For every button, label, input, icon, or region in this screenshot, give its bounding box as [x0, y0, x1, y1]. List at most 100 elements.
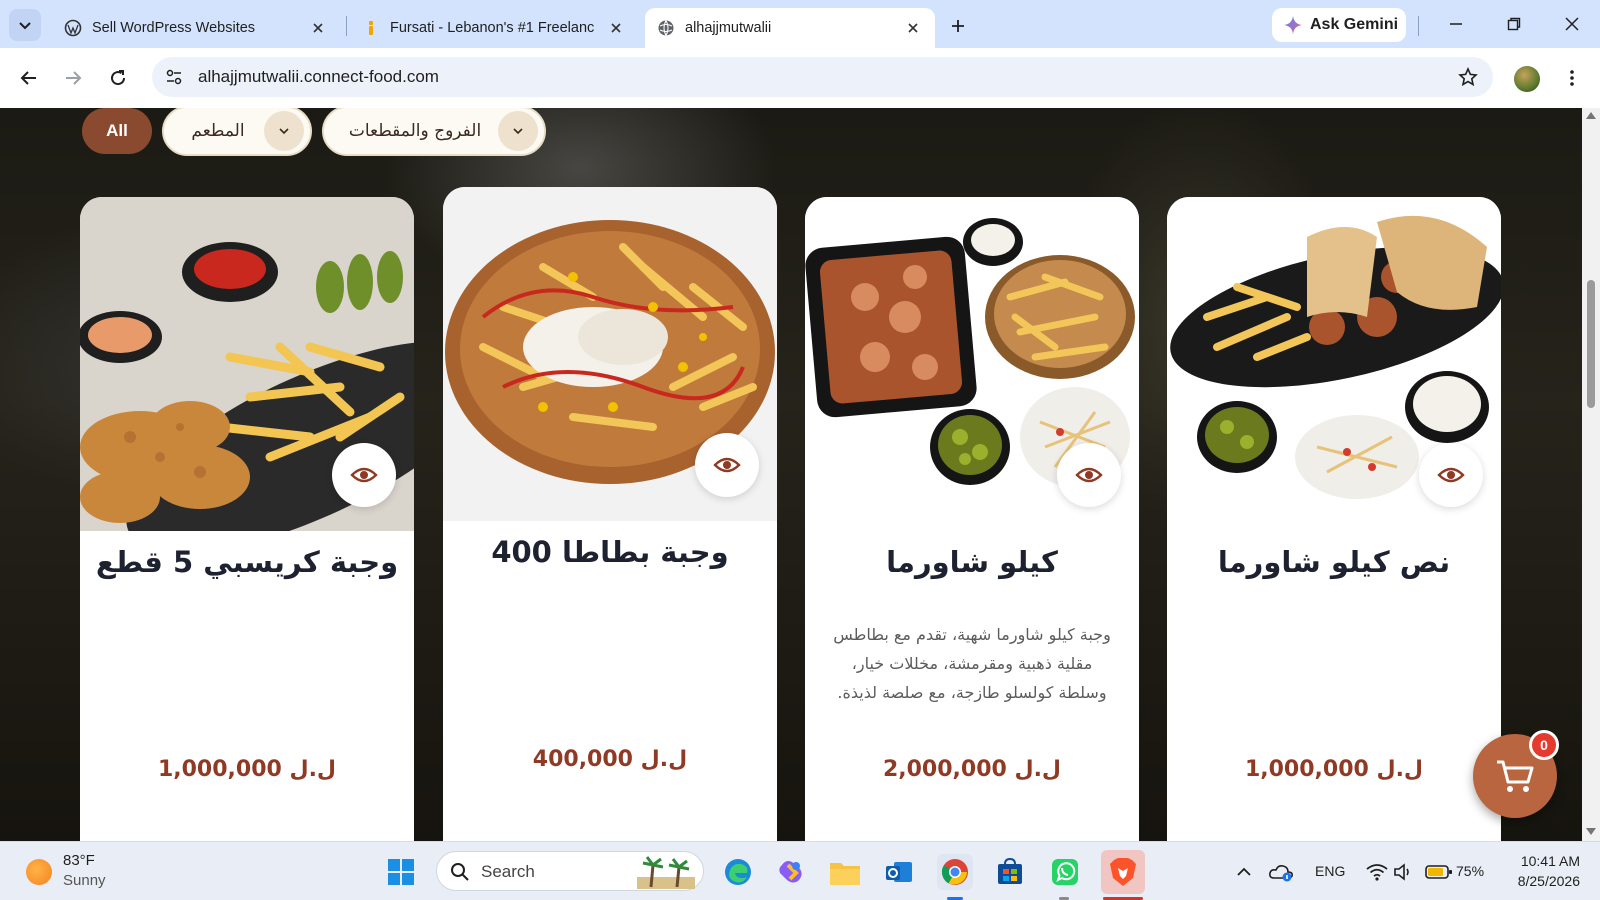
product-price: 400,000 ل.ل — [532, 747, 688, 772]
product-card[interactable]: وجبة بطاطا 400 400,000 ل.ل — [443, 187, 777, 841]
forward-button[interactable] — [57, 62, 89, 94]
view-product-button[interactable] — [1057, 443, 1121, 507]
chevron-up-icon — [1237, 867, 1251, 876]
product-name: كيلو شاورما — [886, 545, 1058, 579]
clock-date[interactable]: 8/25/2026 — [1502, 873, 1580, 889]
weather-temperature[interactable]: 83°F — [63, 852, 95, 869]
product-name: نص كيلو شاورما — [1217, 545, 1451, 579]
close-icon[interactable] — [606, 18, 626, 38]
chevron-down-icon — [498, 111, 538, 151]
view-product-button[interactable] — [1419, 443, 1483, 507]
arrow-right-icon — [66, 71, 82, 85]
scrollbar-thumb[interactable] — [1587, 280, 1595, 408]
close-icon — [1565, 17, 1579, 31]
language-indicator[interactable]: ENG — [1315, 863, 1345, 879]
chrome-app-icon[interactable] — [937, 854, 973, 890]
microsoft-store-app-icon[interactable] — [992, 854, 1028, 890]
divider — [1418, 16, 1419, 36]
product-card[interactable]: وجبة كريسبي 5 قطع 1,000,000 ل.ل — [80, 197, 414, 841]
palm-trees-icon — [637, 856, 695, 889]
shopping-cart-icon — [1497, 760, 1534, 792]
site-info-icon[interactable] — [164, 67, 184, 87]
tab-strip: Sell WordPress Websites Fursati - Lebano… — [0, 0, 1600, 48]
category-filter-dropdown[interactable]: الفروج والمقطعات — [322, 108, 546, 156]
eye-icon — [1075, 467, 1103, 483]
page-scrollbar[interactable] — [1582, 108, 1600, 841]
scroll-down-arrow-icon[interactable] — [1586, 828, 1596, 835]
volume-icon[interactable] — [1391, 854, 1417, 890]
restaurant-menu-page: All المطعم الفروج والمقطعات وجبة كريسبي … — [0, 108, 1582, 841]
bookmark-star-icon[interactable] — [1457, 66, 1479, 88]
product-price: 2,000,000 ل.ل — [882, 757, 1062, 782]
sun-icon[interactable] — [26, 859, 52, 885]
chevron-down-icon — [264, 111, 304, 151]
tab-title: alhajjmutwalii — [685, 20, 772, 36]
new-tab-button[interactable] — [944, 12, 972, 40]
tab-title: Fursati - Lebanon's #1 Freelanc — [390, 20, 595, 36]
ask-gemini-label: Ask Gemini — [1310, 16, 1399, 33]
show-hidden-icons-button[interactable] — [1232, 854, 1256, 890]
reload-button[interactable] — [102, 62, 134, 94]
view-product-button[interactable] — [332, 443, 396, 507]
restore-icon — [1507, 17, 1521, 31]
scroll-up-arrow-icon[interactable] — [1586, 112, 1596, 119]
tab-fursati[interactable]: Fursati - Lebanon's #1 Freelanc — [350, 8, 638, 48]
eye-icon — [350, 467, 378, 483]
tab-alhajjmutwalii[interactable]: alhajjmutwalii — [645, 8, 935, 48]
arrow-left-icon — [20, 71, 36, 85]
category-filters: All المطعم الفروج والمقطعات — [82, 108, 546, 156]
windows-logo-icon — [388, 859, 414, 885]
clock-time[interactable]: 10:41 AM — [1510, 853, 1580, 869]
minimize-icon — [1450, 23, 1462, 25]
edge-app-icon[interactable] — [720, 854, 756, 890]
product-description: وجبة كيلو شاورما شهية، تقدم مع بطاطس مقل… — [833, 625, 1111, 702]
whatsapp-app-icon[interactable] — [1047, 854, 1083, 890]
product-name: وجبة كريسبي 5 قطع — [95, 545, 399, 579]
tab-search-button[interactable] — [9, 9, 41, 41]
tab-title: Sell WordPress Websites — [92, 20, 256, 36]
product-card[interactable]: كيلو شاورما وجبة كيلو شاورما شهية، تقدم … — [805, 197, 1139, 841]
profile-avatar[interactable] — [1514, 66, 1540, 92]
browser-toolbar: alhajjmutwalii.connect-food.com — [0, 48, 1600, 108]
more-vertical-icon — [1570, 70, 1574, 86]
view-product-button[interactable] — [695, 433, 759, 497]
brave-app-icon[interactable] — [1101, 850, 1145, 894]
wifi-icon[interactable] — [1364, 854, 1390, 890]
taskbar-search[interactable]: Search — [436, 851, 704, 891]
restaurant-filter-dropdown[interactable]: المطعم — [162, 108, 312, 156]
eye-icon — [713, 457, 741, 473]
wordpress-icon — [64, 19, 82, 37]
onedrive-status-icon[interactable] — [1266, 854, 1296, 890]
close-icon[interactable] — [308, 18, 328, 38]
reload-icon — [111, 70, 126, 86]
tab-wordpress[interactable]: Sell WordPress Websites — [52, 8, 340, 48]
close-window-button[interactable] — [1552, 8, 1592, 40]
back-button[interactable] — [13, 62, 45, 94]
restaurant-filter-label: المطعم — [191, 121, 245, 141]
battery-percentage[interactable]: 75% — [1456, 863, 1484, 879]
product-price: 1,000,000 ل.ل — [1244, 757, 1424, 782]
file-explorer-app-icon[interactable] — [827, 854, 863, 890]
browser-menu-button[interactable] — [1558, 64, 1586, 92]
filter-all-button[interactable]: All — [82, 108, 152, 154]
battery-icon[interactable] — [1424, 854, 1454, 890]
windows-taskbar: 83°F Sunny Search ENG 75% 10:41 AM 8/25/… — [0, 841, 1600, 900]
copilot-app-icon[interactable] — [773, 854, 809, 890]
product-card[interactable]: نص كيلو شاورما 1,000,000 ل.ل — [1167, 197, 1501, 841]
url-text[interactable]: alhajjmutwalii.connect-food.com — [198, 67, 439, 87]
gemini-sparkle-icon — [1284, 16, 1302, 34]
globe-icon — [657, 19, 675, 37]
start-button[interactable] — [383, 854, 419, 890]
close-icon[interactable] — [903, 18, 923, 38]
product-name: وجبة بطاطا 400 — [491, 535, 729, 569]
minimize-button[interactable] — [1436, 8, 1476, 40]
weather-condition[interactable]: Sunny — [63, 872, 106, 889]
restore-button[interactable] — [1494, 8, 1534, 40]
chevron-down-icon — [19, 22, 31, 30]
outlook-app-icon[interactable] — [881, 854, 917, 890]
fursati-icon — [362, 19, 380, 37]
eye-icon — [1437, 467, 1465, 483]
address-bar[interactable]: alhajjmutwalii.connect-food.com — [152, 57, 1493, 97]
plus-icon — [952, 20, 964, 32]
ask-gemini-button[interactable]: Ask Gemini — [1272, 8, 1406, 42]
